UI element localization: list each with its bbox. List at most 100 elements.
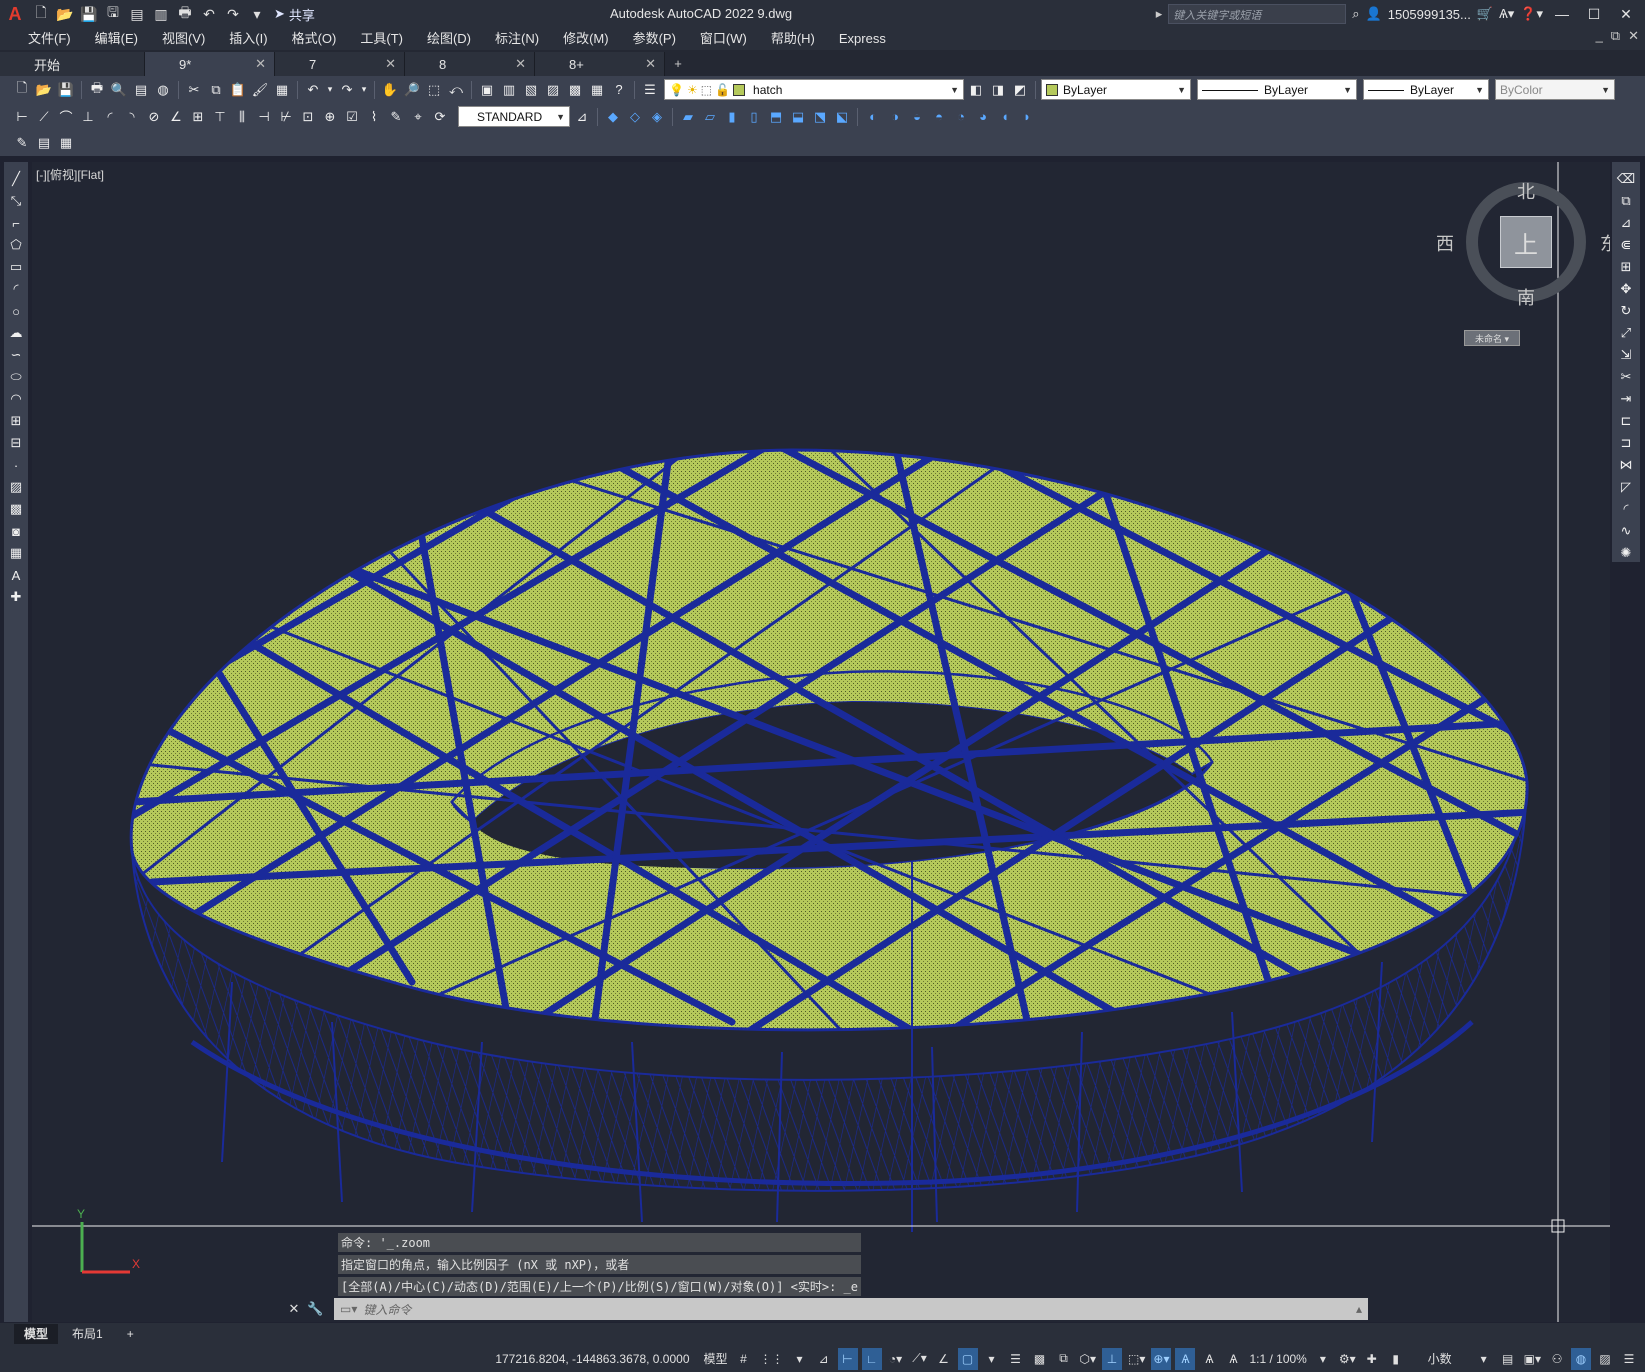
object-snap-icon[interactable]: ▢: [957, 1347, 978, 1370]
trim-icon[interactable]: ✂: [1616, 368, 1636, 386]
tab-8[interactable]: 8 ✕: [405, 52, 535, 76]
multiline-text-icon[interactable]: A: [6, 566, 26, 584]
edit-reference-icon[interactable]: ✎: [12, 133, 32, 153]
undo-icon[interactable]: ↶: [303, 80, 323, 100]
properties-icon[interactable]: ▣: [477, 80, 497, 100]
separate-icon[interactable]: ◒: [907, 107, 927, 127]
blend-curves-icon[interactable]: ∿: [1616, 522, 1636, 540]
compass-north[interactable]: 北: [1517, 178, 1535, 204]
delete-faces-icon[interactable]: ▯: [744, 107, 764, 127]
share-button[interactable]: ➤ 共享: [274, 5, 315, 24]
revision-cloud-icon[interactable]: ☁: [6, 324, 26, 342]
close-tab-icon[interactable]: ✕: [385, 56, 396, 72]
menu-edit[interactable]: 编辑(E): [83, 28, 150, 50]
close-command-line-icon[interactable]: ✕: [288, 1301, 299, 1317]
layer-on-icon[interactable]: 💡: [669, 83, 684, 97]
copy-faces-icon[interactable]: ⬔: [810, 107, 830, 127]
units-dropdown-icon[interactable]: ▾: [1474, 1348, 1494, 1370]
object-snap-tracking-icon[interactable]: ∠: [934, 1348, 954, 1370]
autodesk-a360-icon[interactable]: Ѧ▾: [1499, 6, 1514, 22]
rotate-faces-icon[interactable]: ⬒: [766, 107, 786, 127]
markup-icon[interactable]: ▩: [565, 80, 585, 100]
selection-cycling-icon[interactable]: ⧉: [1054, 1348, 1074, 1370]
shell-icon[interactable]: ◓: [929, 107, 949, 127]
lock-icon[interactable]: 🔓: [715, 83, 730, 97]
linetype-dropdown[interactable]: ByLayer ▼: [1197, 79, 1357, 100]
freeze-sun-icon[interactable]: ☀: [687, 83, 698, 97]
layer-previous-icon[interactable]: ◨: [988, 80, 1008, 100]
dimension-break-icon[interactable]: ⊬: [276, 107, 296, 127]
offset-faces-icon[interactable]: ▮: [722, 107, 742, 127]
maximize-icon[interactable]: ☐: [1581, 6, 1607, 23]
publish-icon[interactable]: ▤: [131, 80, 151, 100]
scale-dropdown-icon[interactable]: ▾: [1313, 1348, 1333, 1370]
chamfer-icon[interactable]: ◸: [1616, 478, 1636, 496]
pan-icon[interactable]: ✋: [380, 80, 400, 100]
tab-9[interactable]: 9* ✕: [145, 52, 275, 76]
tolerance-icon[interactable]: ⊡: [298, 107, 318, 127]
sheet-set-icon[interactable]: ▨: [543, 80, 563, 100]
workspace-gear-icon[interactable]: ⚙▾: [1337, 1348, 1358, 1370]
transparency-icon[interactable]: ▩: [1030, 1348, 1050, 1370]
units-icon[interactable]: ▮: [1386, 1348, 1406, 1370]
dimension-text-edit-icon[interactable]: ⌖: [408, 107, 428, 127]
annotation-monitor-icon[interactable]: ✚: [1362, 1348, 1382, 1370]
dimension-update-icon[interactable]: ⟳: [430, 107, 450, 127]
drawing-viewport[interactable]: [-][俯视][Flat] Y X 北 西 东 南 上 未命名 ▾: [32, 162, 1610, 1322]
cursor-coordinates[interactable]: 177216.8204, -144863.3678, 0.0000: [495, 1352, 689, 1366]
compass-south[interactable]: 南: [1517, 284, 1535, 310]
object-snap-dropdown-icon[interactable]: ▾: [982, 1348, 1002, 1370]
command-prompt-icon[interactable]: ▭▾: [340, 1302, 357, 1316]
match-properties-icon[interactable]: 🖌: [250, 80, 270, 100]
snap-mode-icon[interactable]: ⋮⋮: [758, 1348, 786, 1370]
polyline-icon[interactable]: ⌐: [6, 214, 26, 232]
lineweight-icon[interactable]: ☰: [1006, 1348, 1026, 1370]
isometric-drafting-icon[interactable]: ⟋▾: [910, 1348, 930, 1370]
quick-dimension-icon[interactable]: ⊞: [188, 107, 208, 127]
dimension-style-icon[interactable]: ⊿: [572, 107, 592, 127]
tool-palettes-icon[interactable]: ▧: [521, 80, 541, 100]
ellipse-icon[interactable]: ⬭: [6, 368, 26, 386]
break-icon[interactable]: ⊐: [1616, 434, 1636, 452]
publish-icon[interactable]: ▤: [126, 3, 148, 25]
zoom-previous-icon[interactable]: ⤺: [446, 80, 466, 100]
copy-object-icon[interactable]: ⧉: [1616, 192, 1636, 210]
spline-icon[interactable]: ∽: [6, 346, 26, 364]
graphics-performance-icon[interactable]: ▣▾: [1522, 1348, 1543, 1370]
gradient-icon[interactable]: ▩: [6, 500, 26, 518]
lineweight-dropdown[interactable]: ByLayer ▼: [1363, 79, 1489, 100]
doc-restore-icon[interactable]: ⧉: [1611, 28, 1620, 44]
customization-icon[interactable]: ☰: [1619, 1348, 1639, 1370]
circle-icon[interactable]: ○: [6, 302, 26, 320]
offset-icon[interactable]: ⋐: [1616, 236, 1636, 254]
menu-view[interactable]: 视图(V): [150, 28, 217, 50]
jogged-icon[interactable]: ◝: [122, 107, 142, 127]
grid-icon[interactable]: #: [734, 1348, 754, 1370]
angular-icon[interactable]: ∠: [166, 107, 186, 127]
linear-dimension-icon[interactable]: ⊢: [12, 107, 32, 127]
construction-line-icon[interactable]: ⤡: [6, 192, 26, 210]
model-space-toggle[interactable]: 模型: [702, 1348, 730, 1370]
open-icon[interactable]: 📂: [34, 80, 54, 100]
dimension-edit-icon[interactable]: ✎: [386, 107, 406, 127]
command-history-toggle-icon[interactable]: ▴: [1356, 1302, 1362, 1316]
subtract-icon[interactable]: ◇: [625, 107, 645, 127]
thicken-icon[interactable]: ◖: [995, 107, 1015, 127]
taper-faces-icon[interactable]: ⬓: [788, 107, 808, 127]
radius-icon[interactable]: ◜: [100, 107, 120, 127]
help-icon[interactable]: ?: [609, 80, 629, 100]
annotation-visibility-icon[interactable]: Ѧ: [1175, 1347, 1196, 1370]
layer-properties-icon[interactable]: ☰: [640, 80, 660, 100]
region-icon[interactable]: ◙: [6, 522, 26, 540]
ortho-mode-icon[interactable]: ∟: [861, 1347, 882, 1370]
3d-object-snap-icon[interactable]: ⬡▾: [1078, 1348, 1099, 1370]
viewport-freeze-icon[interactable]: ⬚: [701, 83, 712, 97]
center-mark-icon[interactable]: ⊕: [320, 107, 340, 127]
rectangle-icon[interactable]: ▭: [6, 258, 26, 276]
cut-icon[interactable]: ✂: [184, 80, 204, 100]
new-file-icon[interactable]: 🗋: [30, 3, 52, 25]
annotation-scale-icon[interactable]: Ѧ: [1223, 1348, 1243, 1370]
layer-state-icon[interactable]: ◩: [1010, 80, 1030, 100]
plot-icon[interactable]: 🖶: [87, 80, 107, 100]
save-reference-edits-icon[interactable]: ▦: [56, 133, 76, 153]
